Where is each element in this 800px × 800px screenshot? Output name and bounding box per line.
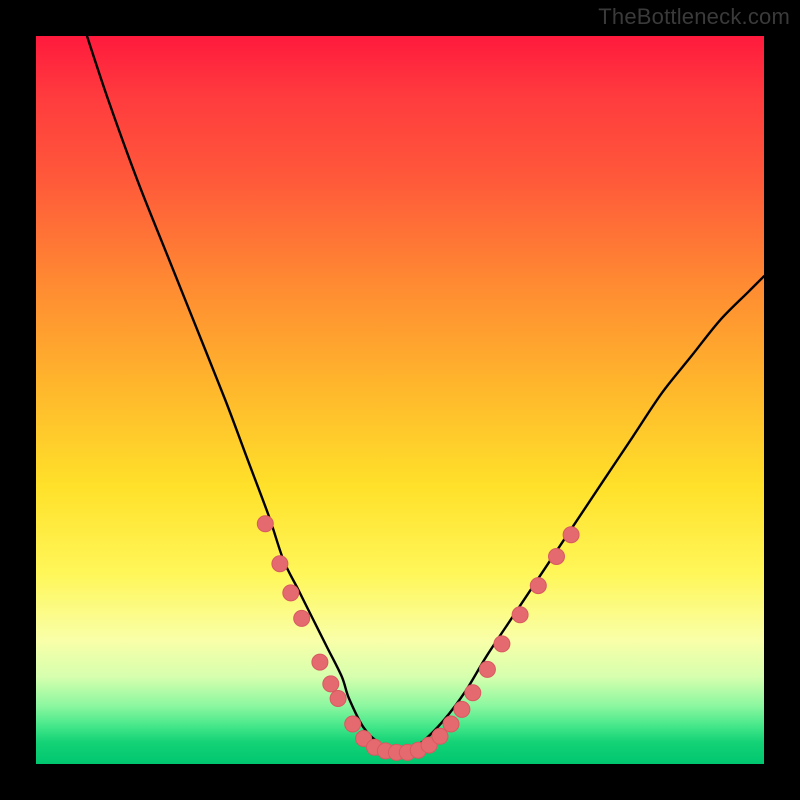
curve-markers <box>257 516 579 761</box>
curve-marker <box>479 661 495 677</box>
curve-marker <box>257 516 273 532</box>
curve-marker <box>283 585 299 601</box>
curve-marker <box>294 610 310 626</box>
curve-marker <box>272 556 288 572</box>
curve-marker <box>494 636 510 652</box>
bottleneck-curve <box>87 36 764 750</box>
curve-marker <box>563 527 579 543</box>
curve-marker <box>465 685 481 701</box>
curve-marker <box>549 549 565 565</box>
curve-marker <box>443 716 459 732</box>
curve-marker <box>530 578 546 594</box>
watermark-text: TheBottleneck.com <box>598 4 790 30</box>
curve-marker <box>512 607 528 623</box>
curve-marker <box>330 691 346 707</box>
curve-marker <box>312 654 328 670</box>
plot-area <box>36 36 764 764</box>
chart-frame: TheBottleneck.com <box>0 0 800 800</box>
curve-marker <box>454 701 470 717</box>
chart-svg <box>36 36 764 764</box>
curve-marker <box>432 728 448 744</box>
curve-marker <box>323 676 339 692</box>
curve-marker <box>345 716 361 732</box>
